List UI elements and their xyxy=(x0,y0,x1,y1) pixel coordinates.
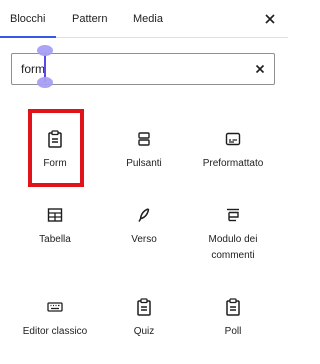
close-icon xyxy=(265,14,275,24)
inserter-tabs: Blocchi Pattern Media xyxy=(0,0,288,38)
block-item-pulsanti[interactable]: Pulsanti xyxy=(99,122,189,202)
form-icon xyxy=(46,130,64,148)
selection-handle-end[interactable] xyxy=(37,77,53,88)
verse-icon xyxy=(135,206,153,224)
block-item-tabella[interactable]: Tabella xyxy=(10,198,100,278)
block-label: Quiz xyxy=(133,326,155,337)
keyboard-icon xyxy=(46,298,64,316)
block-label: Editor classico xyxy=(22,326,88,337)
block-label: Preformattato xyxy=(202,158,264,169)
close-button[interactable] xyxy=(260,9,280,29)
block-label: Form xyxy=(43,158,67,169)
block-item-quiz[interactable]: Quiz xyxy=(99,290,189,364)
table-icon xyxy=(46,206,64,224)
clear-search-button[interactable] xyxy=(250,59,270,79)
block-item-editor-classico[interactable]: Editor classico xyxy=(10,290,100,364)
comments-form-icon xyxy=(224,206,242,224)
active-tab-indicator xyxy=(0,36,56,38)
block-inserter-panel: Blocchi Pattern Media Form xyxy=(0,0,288,364)
close-icon xyxy=(255,64,265,74)
poll-icon xyxy=(224,298,242,316)
block-label: Tabella xyxy=(39,234,71,245)
block-item-preformattato[interactable]: Preformattato xyxy=(188,122,278,202)
block-item-form[interactable]: Form xyxy=(10,122,100,202)
quiz-icon xyxy=(135,298,153,316)
tab-blocchi[interactable]: Blocchi xyxy=(10,0,45,38)
block-item-modulo-dei-commenti[interactable]: Modulo dei commenti xyxy=(188,198,278,278)
block-label: Pulsanti xyxy=(126,158,162,169)
block-label: Poll xyxy=(224,326,242,337)
block-label: Modulo dei commenti xyxy=(208,234,258,261)
buttons-icon xyxy=(135,130,153,148)
block-label: Verso xyxy=(131,234,157,245)
tab-pattern[interactable]: Pattern xyxy=(72,0,107,38)
block-item-verso[interactable]: Verso xyxy=(99,198,189,278)
selection-handle-start[interactable] xyxy=(37,45,53,56)
block-item-poll[interactable]: Poll xyxy=(188,290,278,364)
tab-media[interactable]: Media xyxy=(133,0,163,38)
preformatted-icon xyxy=(224,130,242,148)
